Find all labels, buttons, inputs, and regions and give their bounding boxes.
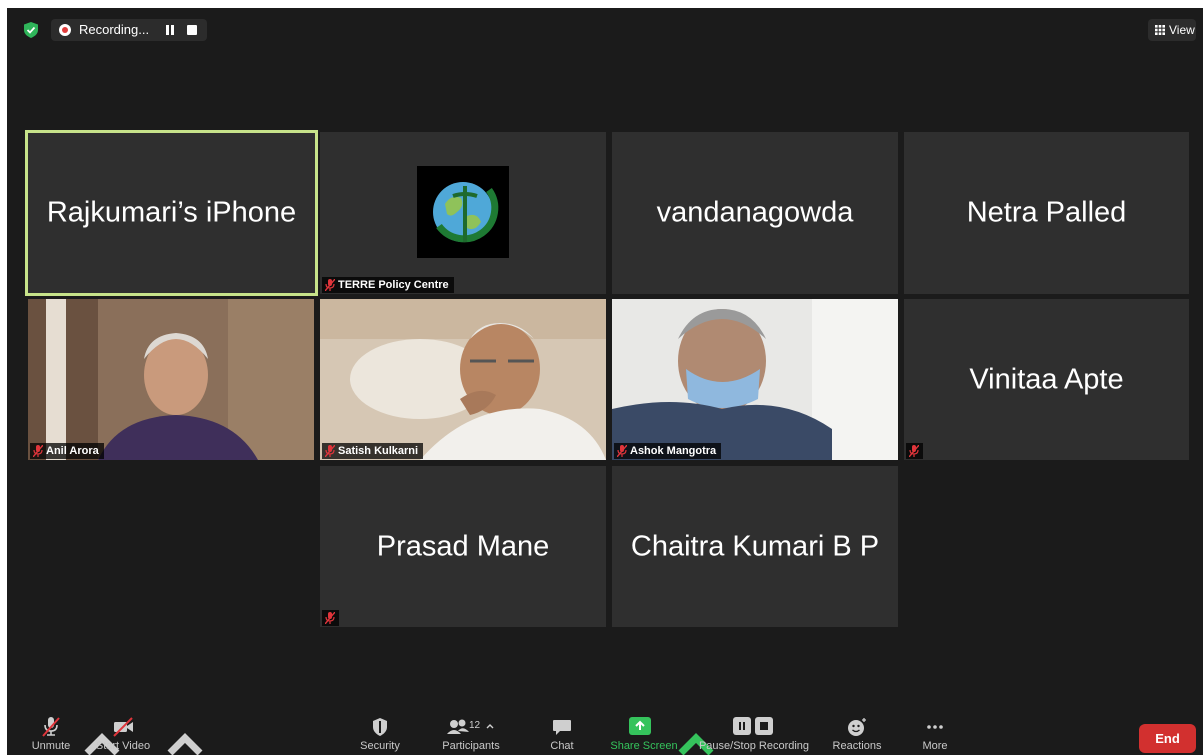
participant-name: Anil Arora (46, 445, 99, 457)
muted-mic-icon (909, 445, 919, 457)
grid-view-icon (1155, 25, 1165, 35)
security-shield-icon (373, 718, 387, 736)
video-tile-ashok[interactable]: Ashok Mangotra (612, 299, 898, 460)
top-bar: Recording... View (7, 8, 1203, 50)
security-shield-icon[interactable] (24, 22, 38, 38)
view-button[interactable]: View (1148, 19, 1196, 41)
participant-label: TERRE Policy Centre (322, 277, 454, 293)
pause-stop-recording-button[interactable]: Pause/Stop Recording (691, 714, 817, 754)
recording-indicator: Recording... (51, 19, 207, 41)
video-options-chevron-icon[interactable] (160, 723, 210, 755)
video-tile-netra[interactable]: Netra Palled (904, 132, 1189, 294)
meeting-controls-toolbar: Unmute Start Video Security 12 Participa… (7, 711, 1203, 755)
reactions-button[interactable]: Reactions (825, 714, 889, 754)
participants-button[interactable]: 12 Participants (431, 714, 511, 754)
participant-label (906, 443, 923, 459)
start-video-button[interactable]: Start Video (87, 714, 159, 754)
pause-stop-recording-icon (733, 717, 773, 735)
security-label: Security (360, 740, 400, 752)
chat-label: Chat (550, 740, 574, 752)
chat-button[interactable]: Chat (542, 714, 582, 754)
start-video-label: Start Video (95, 740, 151, 752)
more-label: More (922, 740, 948, 752)
video-tile-vinitaa[interactable]: Vinitaa Apte (904, 299, 1189, 460)
participant-label: Satish Kulkarni (322, 443, 424, 459)
reactions-emoji-icon (848, 718, 866, 736)
participants-chevron-icon[interactable] (485, 722, 495, 730)
security-button[interactable]: Security (352, 714, 408, 754)
participant-label: Ashok Mangotra (614, 443, 722, 459)
pause-stop-recording-label: Pause/Stop Recording (698, 740, 810, 752)
participant-name: TERRE Policy Centre (338, 279, 449, 291)
share-screen-icon (629, 717, 651, 735)
muted-mic-icon (325, 612, 335, 624)
anil-video-feed (28, 299, 314, 460)
participant-name: vandanagowda (656, 196, 854, 229)
recording-dot-icon (59, 24, 71, 36)
participant-label: Anil Arora (30, 443, 104, 459)
participants-icon (447, 719, 469, 734)
muted-mic-icon (325, 279, 335, 291)
participant-name: Netra Palled (966, 196, 1127, 229)
video-tile-terre[interactable]: TERRE Policy Centre (320, 132, 606, 294)
muted-mic-icon (42, 717, 60, 737)
terre-logo (417, 166, 509, 258)
globe-logo-icon (433, 182, 499, 243)
video-tile-anil[interactable]: Anil Arora (28, 299, 314, 460)
muted-mic-icon (33, 445, 43, 457)
participant-label (322, 610, 339, 626)
recording-label: Recording... (79, 22, 150, 37)
video-tile-prasad[interactable]: Prasad Mane (320, 466, 606, 627)
video-tile-vandanagowda[interactable]: vandanagowda (612, 132, 898, 294)
video-tile-rajkumari[interactable]: Rajkumari’s iPhone (25, 130, 318, 296)
view-label: View (1169, 23, 1195, 37)
more-button[interactable]: More (917, 714, 953, 754)
unmute-label: Unmute (31, 740, 71, 752)
satish-video-feed (320, 299, 606, 460)
ashok-video-feed (612, 299, 898, 460)
participants-label: Participants (442, 740, 500, 752)
reactions-label: Reactions (832, 740, 882, 752)
zoom-meeting-window: Recording... View Rajkumari’s iPhone TER… (7, 8, 1203, 755)
pause-recording-icon[interactable] (165, 25, 175, 35)
participant-name: Prasad Mane (376, 530, 550, 562)
participant-name: Ashok Mangotra (630, 445, 717, 457)
participant-name: Vinitaa Apte (969, 363, 1124, 395)
participant-count: 12 (469, 720, 481, 731)
participant-name: Chaitra Kumari B P (630, 530, 880, 562)
chat-bubble-icon (553, 720, 571, 735)
more-ellipsis-icon (927, 725, 943, 729)
participant-name: Satish Kulkarni (338, 445, 419, 457)
muted-mic-icon (617, 445, 627, 457)
video-tile-satish[interactable]: Satish Kulkarni (320, 299, 606, 460)
video-tile-chaitra[interactable]: Chaitra Kumari B P (612, 466, 898, 627)
unmute-button[interactable]: Unmute (21, 714, 81, 754)
muted-mic-icon (325, 445, 335, 457)
end-meeting-button[interactable]: End (1139, 724, 1196, 753)
video-off-icon (113, 717, 133, 737)
stop-recording-icon[interactable] (187, 25, 197, 35)
participant-name: Rajkumari’s iPhone (46, 196, 297, 229)
